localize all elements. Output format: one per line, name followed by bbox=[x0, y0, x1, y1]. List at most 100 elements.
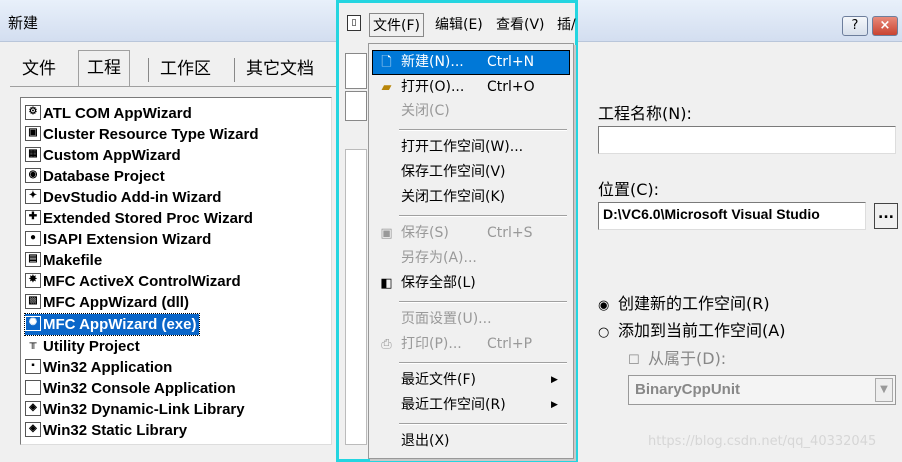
atl-icon: ⚙ bbox=[25, 105, 41, 120]
menu-bar: ▯ 文件(F) 编辑(E) 查看(V) 插/ bbox=[339, 3, 576, 43]
submenu-arrow-icon: ▶ bbox=[551, 375, 558, 385]
menu-item-print[interactable]: ⎙ 打印(P)... Ctrl+P bbox=[373, 333, 569, 356]
tab-file[interactable]: 文件 bbox=[22, 52, 56, 86]
list-item-label: Custom AppWizard bbox=[43, 147, 181, 164]
open-folder-icon: ▰ bbox=[381, 80, 392, 95]
menu-item-recent-files[interactable]: 最近文件(F) ▶ bbox=[373, 369, 569, 392]
list-item-label: ISAPI Extension Wizard bbox=[43, 231, 212, 248]
menu-item-label: 新建(N)... bbox=[401, 54, 464, 70]
list-item-label: ATL COM AppWizard bbox=[43, 105, 192, 122]
list-item-label: Extended Stored Proc Wizard bbox=[43, 210, 253, 227]
file-menu-screenshot: ▯ 文件(F) 编辑(E) 查看(V) 插/ 🗋 新建(N)... Ctrl+N ▰… bbox=[336, 0, 578, 462]
menu-item-label: 保存全部(L) bbox=[401, 275, 476, 291]
menu-item-label: 最近文件(F) bbox=[401, 372, 476, 388]
dependency-combo[interactable]: BinaryCppUnit ▼ bbox=[628, 375, 896, 405]
dll-icon: ◈ bbox=[25, 401, 41, 416]
menu-item-page-setup[interactable]: 页面设置(U)... bbox=[373, 308, 569, 331]
close-button[interactable]: × bbox=[872, 16, 898, 36]
list-item[interactable]: ◉ Database Project bbox=[25, 166, 168, 187]
list-item[interactable]: ▪ Win32 Application bbox=[25, 357, 175, 378]
dependency-checkbox[interactable]: ☐ 从属于(D): bbox=[628, 345, 726, 369]
list-item[interactable]: ⚙ ATL COM AppWizard bbox=[25, 103, 195, 124]
project-type-list[interactable]: ⚙ ATL COM AppWizard ▣ Cluster Resource Typ… bbox=[20, 97, 332, 445]
menu-edit[interactable]: 编辑(E) bbox=[435, 14, 483, 34]
menu-item-label: 关闭(C) bbox=[401, 103, 450, 119]
tab-project[interactable]: 工程 bbox=[78, 50, 130, 87]
list-item[interactable]: ▤ Makefile bbox=[25, 250, 105, 271]
menu-item-close-workspace[interactable]: 关闭工作空间(K) bbox=[373, 186, 569, 209]
list-item[interactable]: ◈ Win32 Static Library bbox=[25, 420, 190, 441]
project-name-input[interactable] bbox=[598, 126, 896, 154]
location-label: 位置(C): bbox=[598, 180, 660, 199]
menu-item-label: 另存为(A)... bbox=[401, 250, 477, 266]
list-item-selected[interactable]: ✺ MFC AppWizard (exe) bbox=[23, 313, 201, 336]
location-input[interactable]: D:\VC6.0\Microsoft Visual Studio bbox=[598, 202, 866, 230]
list-item[interactable]: ▧ MFC AppWizard (dll) bbox=[25, 292, 192, 313]
list-item[interactable]: ▣ Cluster Resource Type Wizard bbox=[25, 124, 261, 145]
list-item[interactable]: ▦ Custom AppWizard bbox=[25, 145, 184, 166]
menu-item-save-all[interactable]: ◧ 保存全部(L) bbox=[373, 272, 569, 295]
list-item-label: MFC ActiveX ControlWizard bbox=[43, 273, 241, 290]
database-icon: ◉ bbox=[25, 168, 41, 183]
combo-value: BinaryCppUnit bbox=[635, 381, 740, 398]
checkbox-label: 从属于(D): bbox=[648, 349, 727, 368]
list-item-label: Win32 Application bbox=[43, 359, 173, 376]
menu-item-open-workspace[interactable]: 打开工作空间(W)... bbox=[373, 136, 569, 159]
menu-item-label: 打开工作空间(W)... bbox=[401, 139, 524, 155]
list-item-label: MFC AppWizard (exe) bbox=[43, 316, 197, 333]
tab-other-docs[interactable]: 其它文档 bbox=[246, 52, 314, 86]
window-title: 新建 bbox=[8, 14, 39, 32]
list-item-label: DevStudio Add-in Wizard bbox=[43, 189, 222, 206]
tab-workspace[interactable]: 工作区 bbox=[160, 52, 211, 86]
menu-view[interactable]: 查看(V) bbox=[496, 14, 545, 34]
tab-divider bbox=[148, 58, 149, 82]
list-item[interactable]: Win32 Console Application bbox=[25, 378, 239, 399]
print-icon: ⎙ bbox=[381, 337, 392, 352]
list-item[interactable]: ✚ Extended Stored Proc Wizard bbox=[25, 208, 256, 229]
radio-add-to-workspace[interactable]: ○ 添加到当前工作空间(A) bbox=[598, 317, 785, 341]
menu-item-recent-workspaces[interactable]: 最近工作空间(R) ▶ bbox=[373, 394, 569, 417]
makefile-icon: ▤ bbox=[25, 252, 41, 267]
list-item-label: Makefile bbox=[43, 252, 103, 269]
win32-app-icon: ▪ bbox=[25, 359, 41, 374]
menu-insert[interactable]: 插/ bbox=[557, 14, 576, 34]
list-item[interactable]: ◈ Win32 Dynamic-Link Library bbox=[25, 399, 248, 420]
checkbox-icon: ☐ bbox=[628, 353, 640, 368]
radio-create-workspace[interactable]: ◉ 创建新的工作空间(R) bbox=[598, 290, 770, 314]
save-all-icon: ◧ bbox=[380, 276, 393, 291]
menu-file[interactable]: 文件(F) bbox=[369, 13, 424, 37]
list-item[interactable]: ● ISAPI Extension Wizard bbox=[25, 229, 214, 250]
menu-item-label: 保存(S) bbox=[401, 225, 449, 241]
menu-separator bbox=[399, 362, 567, 364]
new-file-icon: 🗋 bbox=[381, 55, 392, 70]
proc-icon: ✚ bbox=[25, 210, 41, 225]
list-item-label: Win32 Static Library bbox=[43, 422, 188, 439]
tab-divider bbox=[234, 58, 235, 82]
list-item[interactable]: ✸ MFC ActiveX ControlWizard bbox=[25, 271, 244, 292]
menu-item-new[interactable]: 🗋 新建(N)... Ctrl+N bbox=[372, 50, 570, 75]
utility-icon: ╥ bbox=[29, 338, 37, 349]
browse-button[interactable]: ... bbox=[874, 203, 898, 229]
list-item[interactable]: ✦ DevStudio Add-in Wizard bbox=[25, 187, 224, 208]
list-item[interactable]: ╥ Utility Project bbox=[25, 336, 143, 357]
menu-separator bbox=[399, 423, 567, 425]
document-icon: ▯ bbox=[347, 15, 361, 31]
watermark: https://blog.csdn.net/qq_40332045 bbox=[648, 434, 877, 449]
globe-icon: ● bbox=[25, 231, 41, 246]
menu-item-exit[interactable]: 退出(X) bbox=[373, 430, 569, 453]
list-item-label: Win32 Dynamic-Link Library bbox=[43, 401, 245, 418]
cluster-icon: ▣ bbox=[25, 126, 41, 141]
mfc-dll-icon: ▧ bbox=[25, 294, 41, 309]
radio-unchecked-icon: ○ bbox=[598, 325, 610, 340]
submenu-arrow-icon: ▶ bbox=[551, 400, 558, 410]
menu-item-label: 打开(O)... bbox=[401, 79, 465, 95]
menu-item-save-as[interactable]: 另存为(A)... bbox=[373, 247, 569, 270]
menu-item-save[interactable]: ▣ 保存(S) Ctrl+S bbox=[373, 222, 569, 245]
help-button[interactable]: ? bbox=[842, 16, 868, 36]
menu-item-close[interactable]: 关闭(C) bbox=[373, 100, 569, 123]
workspace-fragment bbox=[345, 149, 367, 445]
menu-item-save-workspace[interactable]: 保存工作空间(V) bbox=[373, 161, 569, 184]
menu-item-open[interactable]: ▰ 打开(O)... Ctrl+O bbox=[373, 76, 569, 99]
file-dropdown-menu: 🗋 新建(N)... Ctrl+N ▰ 打开(O)... Ctrl+O 关闭(C) 打开… bbox=[368, 43, 574, 459]
addin-icon: ✦ bbox=[25, 189, 41, 204]
